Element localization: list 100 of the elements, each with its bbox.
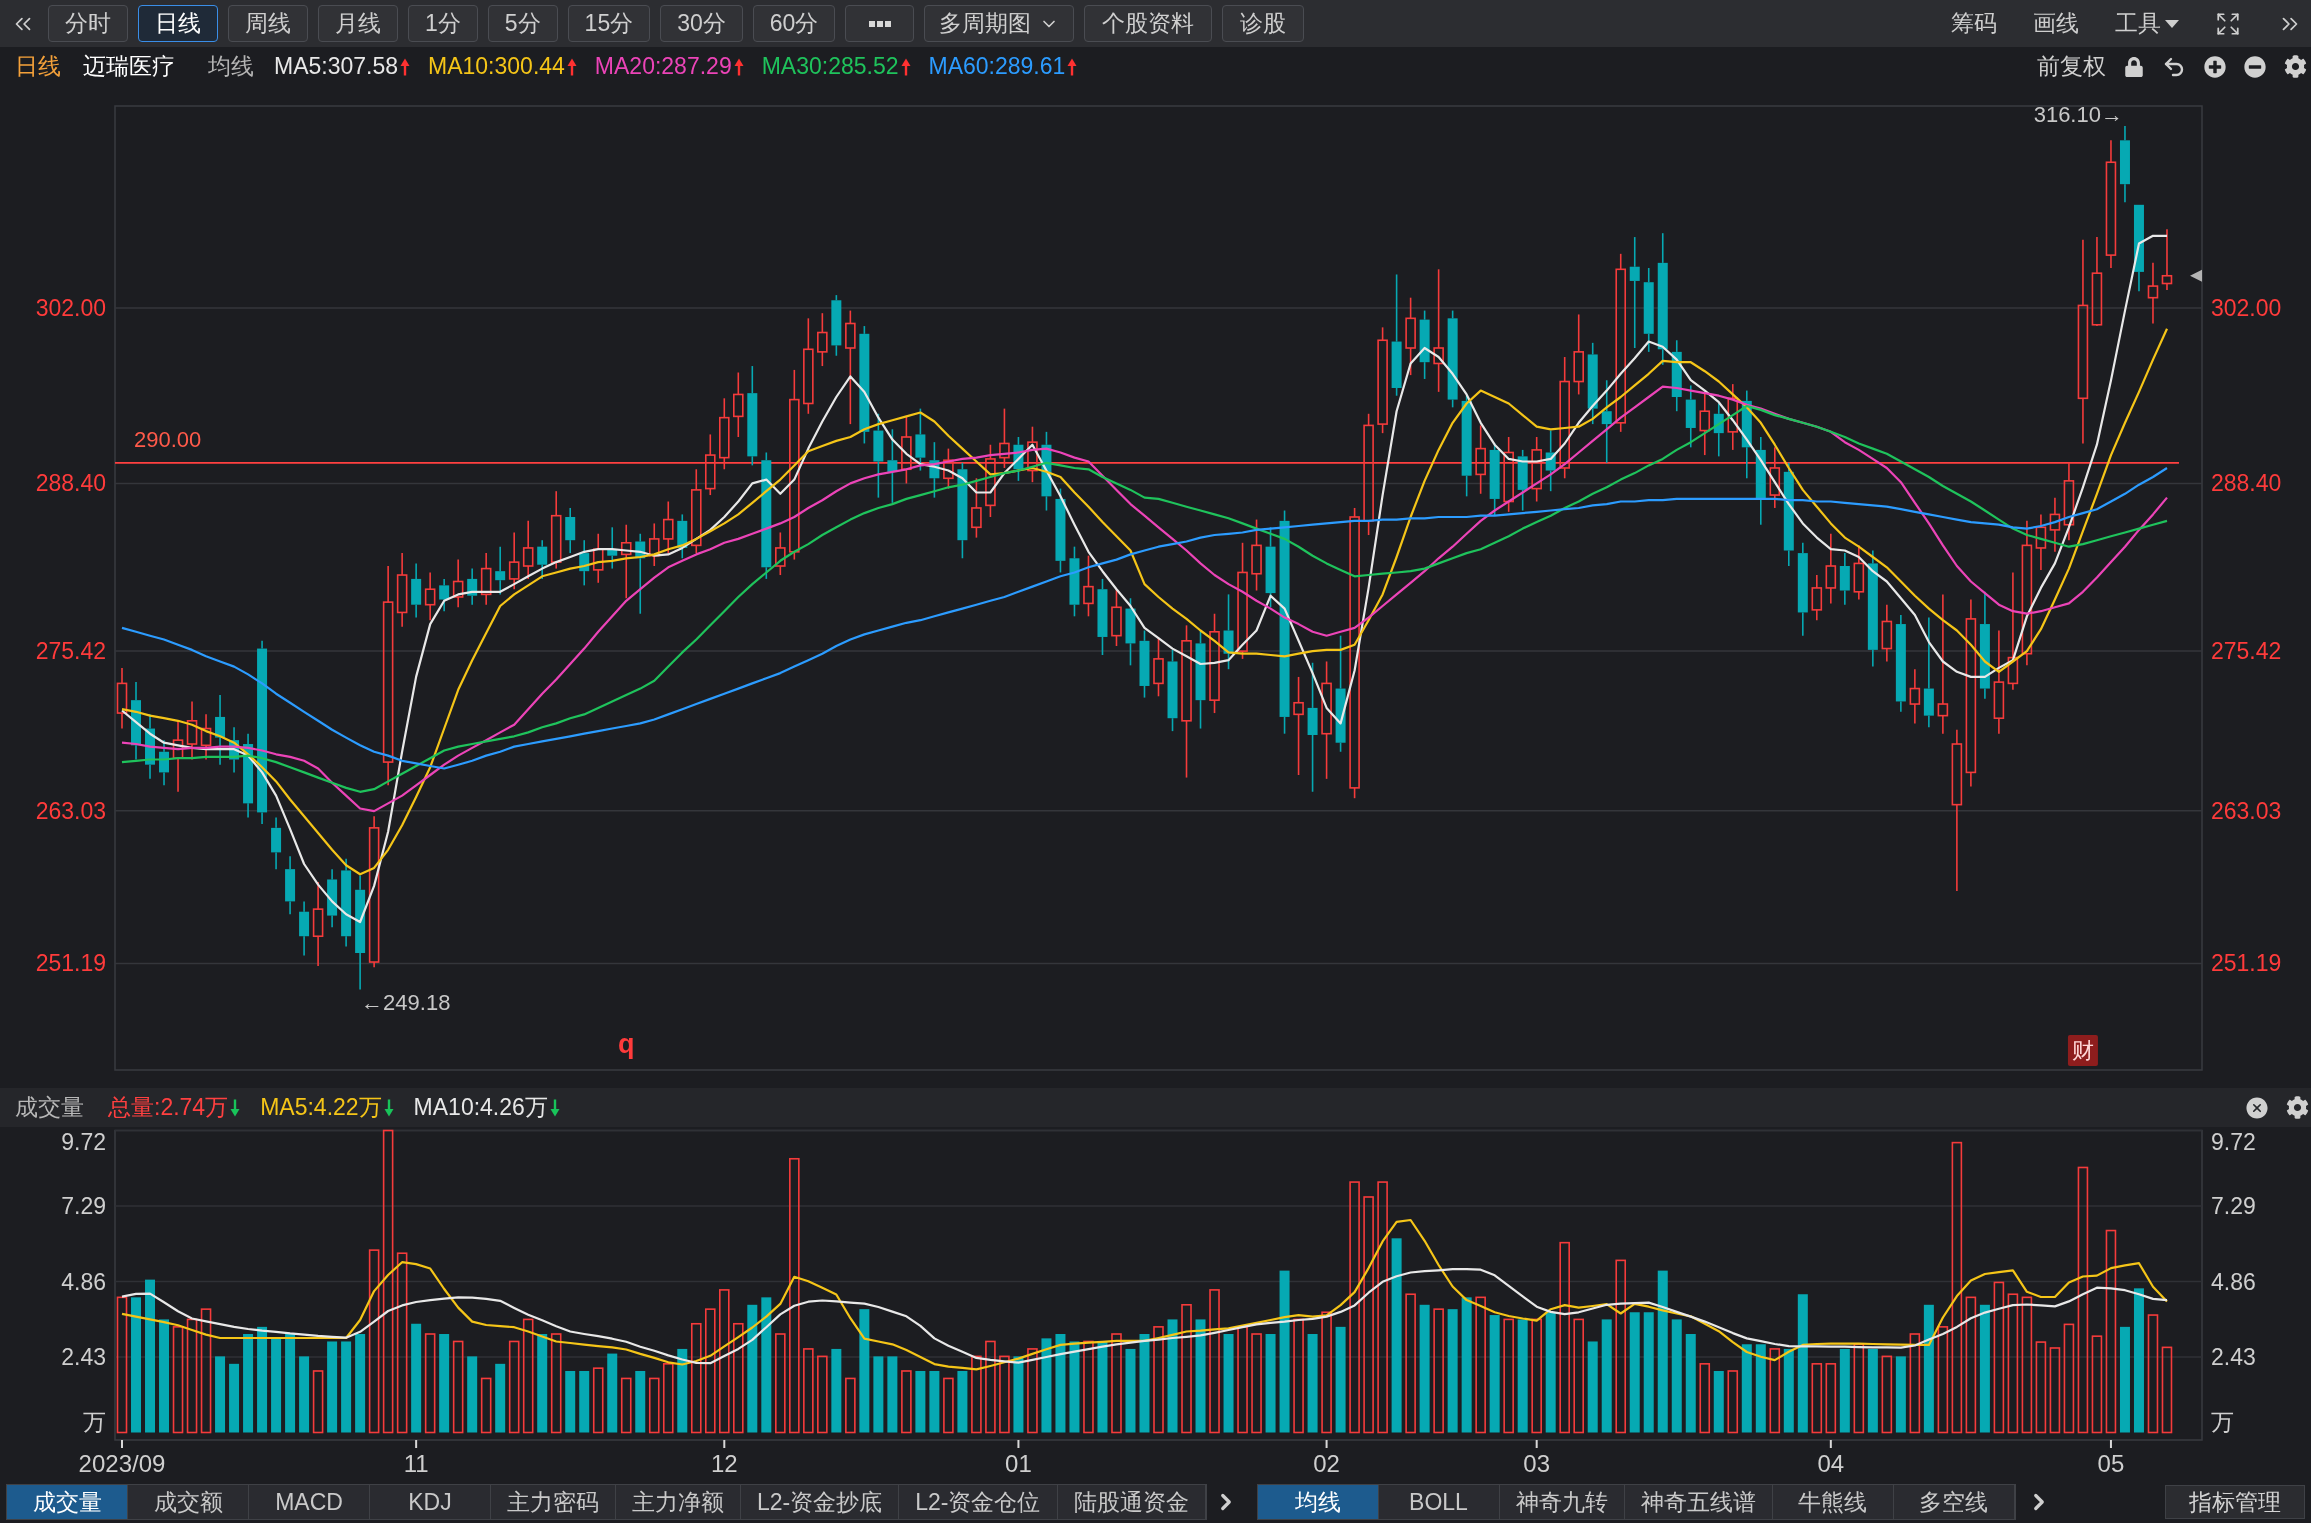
toolbar-button[interactable]: 诊股 [1222,5,1305,42]
event-badge[interactable]: 财 [2067,1035,2098,1066]
multi-period-dropdown[interactable]: 多周期图 [924,5,1075,42]
event-marker[interactable]: q [618,1029,635,1059]
lock-icon[interactable] [2124,56,2144,77]
candlestick [2147,262,2159,325]
candlestick [424,571,436,621]
candlestick [1013,436,1024,482]
tools-menu-button[interactable]: 工具 [2115,12,2179,35]
toolbar-button[interactable]: 画线 [2033,12,2079,35]
toolbar-button[interactable]: 个股资料 [1084,5,1213,42]
candlestick [285,855,296,916]
date-label: 05 [2097,1449,2125,1477]
fullscreen-icon[interactable] [2215,10,2241,37]
candlestick [648,522,660,567]
unit-label: 万 [2211,1409,2234,1435]
period-tab[interactable]: 60分 [752,5,836,42]
date-label: 03 [1523,1449,1551,1477]
axis-tick [415,1439,418,1449]
period-label: 日线 [15,55,61,78]
indicator-tab[interactable]: 陆股通资金 [1057,1485,1206,1519]
axis-label: 9.72 [61,1129,106,1155]
axis-label: 263.03 [2211,797,2282,824]
candlestick [775,531,786,576]
axis-tick [1829,1439,1832,1449]
axis-label: 288.40 [35,470,106,497]
volume-value-label: MA5:4.22万 [260,1096,382,1119]
candlestick [831,294,842,357]
indicator-tab[interactable]: 多空线 [1893,1485,2015,1519]
zoom-in-icon[interactable] [2204,55,2226,78]
indicator-tab[interactable]: 主力净额 [616,1485,741,1519]
price-annotation: ←249.18 [361,989,451,1015]
candlestick [1769,446,1781,509]
price-adjust-button[interactable]: 前复权 [2037,55,2106,78]
axis-label: 4.86 [2211,1268,2256,1295]
candlestick [1727,383,1739,451]
axis-label: 7.29 [61,1193,106,1219]
period-tab[interactable]: 15分 [567,5,651,42]
indicator-tab[interactable]: BOLL [1378,1485,1500,1519]
candlestick [677,513,688,560]
candlestick [607,526,618,570]
date-label: 04 [1817,1449,1845,1477]
period-tab[interactable]: 周线 [228,5,308,42]
date-label: 12 [710,1449,738,1477]
candlestick [480,552,492,606]
date-label: 11 [403,1449,429,1477]
toolbar-button[interactable]: 筹码 [1951,12,1997,35]
price-pointer-icon [2190,269,2202,282]
indicator-tab[interactable]: L2-资金仓位 [899,1485,1058,1519]
candlestick [1881,603,1893,663]
zoom-out-icon[interactable] [2244,55,2266,78]
candlestick [215,694,226,766]
volume-value-label: MA10:4.26万 [413,1096,548,1119]
candlestick [145,713,155,780]
candlestick [495,545,506,596]
candlestick [411,562,422,619]
candlestick [299,900,310,957]
period-tab[interactable]: 月线 [318,5,398,42]
indicator-tab[interactable]: 成交额 [128,1485,249,1519]
candlestick [439,578,450,612]
settings-icon[interactable] [2286,1096,2309,1119]
axis-label: 251.19 [35,950,106,977]
indicator-tab[interactable]: 成交量 [7,1485,128,1519]
candlestick [1713,402,1724,458]
candlestick [1685,384,1696,449]
ma-value-label: MA20:287.29 [594,55,732,78]
candlestick [817,312,828,367]
indicator-tab[interactable]: 神奇九转 [1499,1485,1625,1519]
period-tab[interactable]: 分时 [48,5,128,42]
candlestick [1909,668,1921,725]
period-tab[interactable]: 日线 [138,5,218,42]
period-tab[interactable]: 30分 [660,5,743,42]
settings-icon[interactable] [2284,55,2307,78]
indicator-manage-button[interactable]: 指标管理 [2165,1485,2305,1519]
indicator-tab[interactable]: 均线 [1257,1485,1379,1519]
indicator-tab[interactable]: L2-资金抄底 [741,1485,900,1519]
ma-value-label: MA30:285.52 [761,55,899,78]
indicator-tab[interactable]: 神奇五线谱 [1624,1485,1773,1519]
candlestick [705,433,716,496]
axis-label: 9.72 [2211,1129,2256,1155]
candlestick [508,531,520,591]
axis-tick [1017,1439,1020,1449]
indicator-tab[interactable]: 主力密码 [491,1485,616,1519]
ma-legend-title: 均线 [208,55,254,78]
period-tab[interactable]: 5分 [487,5,558,42]
period-tab[interactable]: 1分 [408,5,478,42]
axis-tick [1535,1439,1538,1449]
candlestick [200,713,212,761]
indicator-tab[interactable]: KDJ [370,1485,491,1519]
candlestick [1531,436,1542,503]
indicator-tab[interactable]: 牛熊线 [1772,1485,1894,1519]
indicator-tab[interactable]: MACD [249,1485,370,1519]
price-annotation: 316.10→ [2033,101,2123,127]
axis-tick [2109,1439,2112,1449]
candlestick [2049,496,2061,553]
candlestick [565,507,576,554]
candlestick [1083,554,1094,618]
axis-tick [121,1439,123,1449]
price-level-line[interactable] [114,461,2180,464]
more-button[interactable] [845,5,915,42]
